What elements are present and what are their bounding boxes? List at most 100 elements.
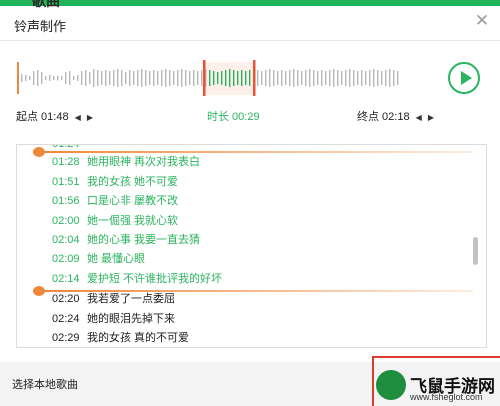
waveform-bar: [241, 70, 243, 86]
waveform-bar: [25, 75, 27, 81]
waveform-bar: [217, 72, 219, 84]
waveform-bar: [213, 71, 215, 85]
lyric-row[interactable]: 02:09 她 最懂心眼: [52, 250, 145, 269]
waveform-bar: [337, 70, 339, 86]
waveform-bar: [93, 69, 95, 87]
waveform-bar: [329, 70, 331, 86]
waveform-bar: [73, 76, 75, 80]
lyric-row[interactable]: 02:04 她的心事 我要一直去猜: [52, 231, 200, 250]
lyric-row[interactable]: 02:29 我的女孩 真的不可爱: [52, 329, 189, 347]
waveform-bar: [161, 70, 163, 86]
end-point-control: 终点 02:18 ◀ ▶: [357, 108, 434, 124]
waveform-bar: [273, 70, 275, 86]
waveform-bar: [21, 74, 23, 82]
waveform-bar: [149, 71, 151, 85]
waveform-bar: [41, 72, 43, 84]
waveform-bar: [45, 76, 47, 80]
lyric-row[interactable]: 01:51 我的女孩 她不可爱: [52, 173, 178, 192]
waveform-bar: [81, 71, 83, 85]
waveform-bar: [33, 71, 35, 85]
waveform-bar: [65, 72, 67, 84]
waveform-bar: [145, 70, 147, 86]
waveform[interactable]: [17, 60, 402, 96]
waveform-bar: [373, 69, 375, 87]
start-point-control: 起点 01:48 ◀ ▶: [16, 108, 93, 124]
dialog-title: 铃声制作: [14, 19, 67, 34]
lyric-row[interactable]: 01:56 口是心非 屡教不改: [52, 192, 178, 211]
waveform-bar: [325, 71, 327, 85]
lyric-row[interactable]: 02:24 她的眼泪先掉下来: [52, 310, 175, 329]
waveform-bar: [281, 70, 283, 86]
waveform-bar: [397, 71, 399, 85]
selection-start-handle: [203, 60, 206, 96]
waveform-bar: [353, 70, 355, 86]
waveform-bar: [61, 76, 63, 80]
lyrics-scrollbar[interactable]: [473, 237, 478, 265]
waveform-bar: [197, 71, 199, 85]
choose-local-song-link[interactable]: 选择本地歌曲: [12, 376, 78, 392]
waveform-bar: [361, 70, 363, 86]
lyric-row[interactable]: 01:28 她用眼神 再次对我表白: [52, 153, 200, 172]
waveform-bar: [53, 76, 55, 80]
title-divider: [0, 40, 500, 41]
waveform-bar: [385, 70, 387, 86]
waveform-bar: [57, 75, 59, 81]
end-point-label: 终点 02:18: [357, 111, 410, 123]
waveform-bar: [237, 71, 239, 85]
waveform-bar: [377, 70, 379, 86]
waveform-bar: [209, 70, 211, 86]
waveform-bar: [137, 70, 139, 86]
waveform-bar: [49, 75, 51, 81]
waveform-bar: [321, 70, 323, 86]
waveform-bar: [77, 75, 79, 81]
waveform-bar: [141, 69, 143, 87]
close-icon[interactable]: ✕: [474, 12, 490, 29]
end-next-arrow-icon[interactable]: ▶: [428, 113, 434, 122]
watermark-logo: 飞鼠手游网 www.fsheglot.com: [374, 360, 500, 406]
waveform-bar: [293, 69, 295, 87]
waveform-bar: [289, 70, 291, 86]
waveform-bar: [365, 71, 367, 85]
lyric-row[interactable]: 02:20 我若爱了一点委屈: [52, 290, 175, 309]
waveform-bar: [261, 71, 263, 85]
start-point-label: 起点 01:48: [16, 111, 69, 123]
waveform-bar: [37, 70, 39, 86]
waveform-bar: [165, 69, 167, 87]
waveform-bar: [121, 70, 123, 86]
waveform-bar: [85, 70, 87, 86]
start-next-arrow-icon[interactable]: ▶: [87, 113, 93, 122]
selection-end-handle: [253, 60, 256, 96]
waveform-bar: [189, 71, 191, 85]
waveform-bar: [393, 70, 395, 86]
lyric-row[interactable]: 02:14 爱护短 不许谁批评我的好坏: [52, 270, 222, 289]
waveform-bar: [309, 69, 311, 87]
waveform-bar: [173, 71, 175, 85]
track-start-edge: [17, 62, 19, 94]
end-prev-arrow-icon[interactable]: ◀: [416, 113, 422, 122]
waveform-bar: [345, 70, 347, 86]
waveform-bar: [169, 70, 171, 86]
start-prev-arrow-icon[interactable]: ◀: [75, 113, 81, 122]
play-icon[interactable]: [448, 62, 480, 94]
waveform-bar: [269, 69, 271, 87]
waveform-bar: [349, 69, 351, 87]
waveform-bar: [285, 71, 287, 85]
lyrics-list[interactable]: 01:24 01:28 她用眼神 再次对我表白 01:51 我的女孩 她不可爱 01…: [16, 144, 487, 348]
watermark-mouse-icon: [376, 370, 406, 400]
waveform-bar: [193, 70, 195, 86]
end-marker-line: [43, 290, 473, 292]
top-accent-bar: [0, 0, 500, 6]
lyric-row[interactable]: 02:00 她一倔强 我就心软: [52, 212, 178, 231]
waveform-bar: [185, 70, 187, 86]
waveform-bar: [369, 70, 371, 86]
waveform-bar: [225, 70, 227, 86]
waveform-bar: [29, 76, 31, 80]
waveform-bar: [117, 69, 119, 87]
waveform-bar: [201, 70, 203, 86]
waveform-bar: [245, 71, 247, 85]
waveform-bar: [277, 71, 279, 85]
waveform-bar: [305, 70, 307, 86]
waveform-bar: [101, 71, 103, 85]
waveform-bar: [357, 71, 359, 85]
waveform-bar: [265, 70, 267, 86]
